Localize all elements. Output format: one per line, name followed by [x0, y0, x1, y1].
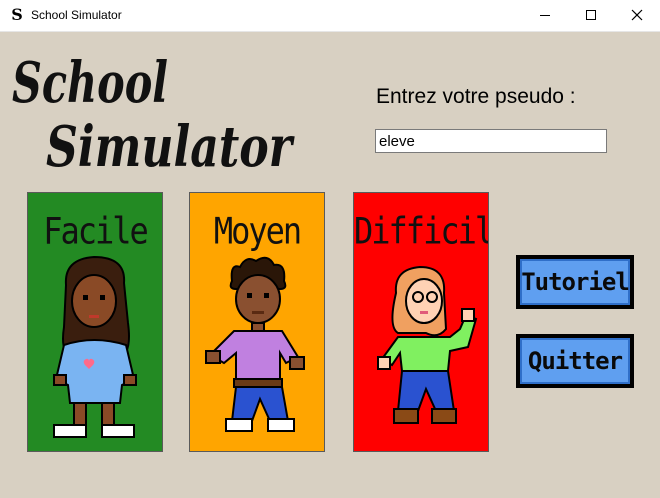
difficulty-card-medium[interactable]: Moyen: [189, 192, 325, 452]
pseudo-input[interactable]: [375, 129, 607, 153]
tutorial-button-label: Tutoriel: [520, 259, 630, 305]
minimize-button[interactable]: [522, 0, 568, 31]
window-title: School Simulator: [31, 8, 122, 22]
student-hard-image: [377, 265, 478, 424]
close-icon: [631, 9, 643, 21]
quit-button[interactable]: Quitter: [516, 334, 634, 388]
app-window: S School Simulator School Simulator Entr…: [0, 0, 660, 498]
close-button[interactable]: [614, 0, 660, 31]
quit-button-label: Quitter: [520, 338, 630, 384]
logo-line-2: Simulator: [46, 114, 295, 174]
game-logo: School Simulator: [12, 50, 295, 174]
logo-line-1: School: [12, 50, 168, 116]
minimize-icon: [540, 15, 550, 16]
difficulty-label-hard: Difficile: [354, 209, 488, 253]
difficulty-card-hard[interactable]: Difficile: [353, 192, 489, 452]
student-easy-image: [53, 255, 137, 438]
app-icon: S: [11, 5, 23, 24]
difficulty-card-easy[interactable]: Facile: [27, 192, 163, 452]
pseudo-label: Entrez votre pseudo :: [376, 85, 576, 108]
student-medium-image: [205, 256, 305, 432]
title-bar[interactable]: S School Simulator: [0, 0, 660, 32]
difficulty-label-medium: Moyen: [213, 209, 302, 253]
difficulty-label-easy: Facile: [43, 209, 149, 253]
tutorial-button[interactable]: Tutoriel: [516, 255, 634, 309]
maximize-icon: [586, 10, 596, 20]
maximize-button[interactable]: [568, 0, 614, 31]
